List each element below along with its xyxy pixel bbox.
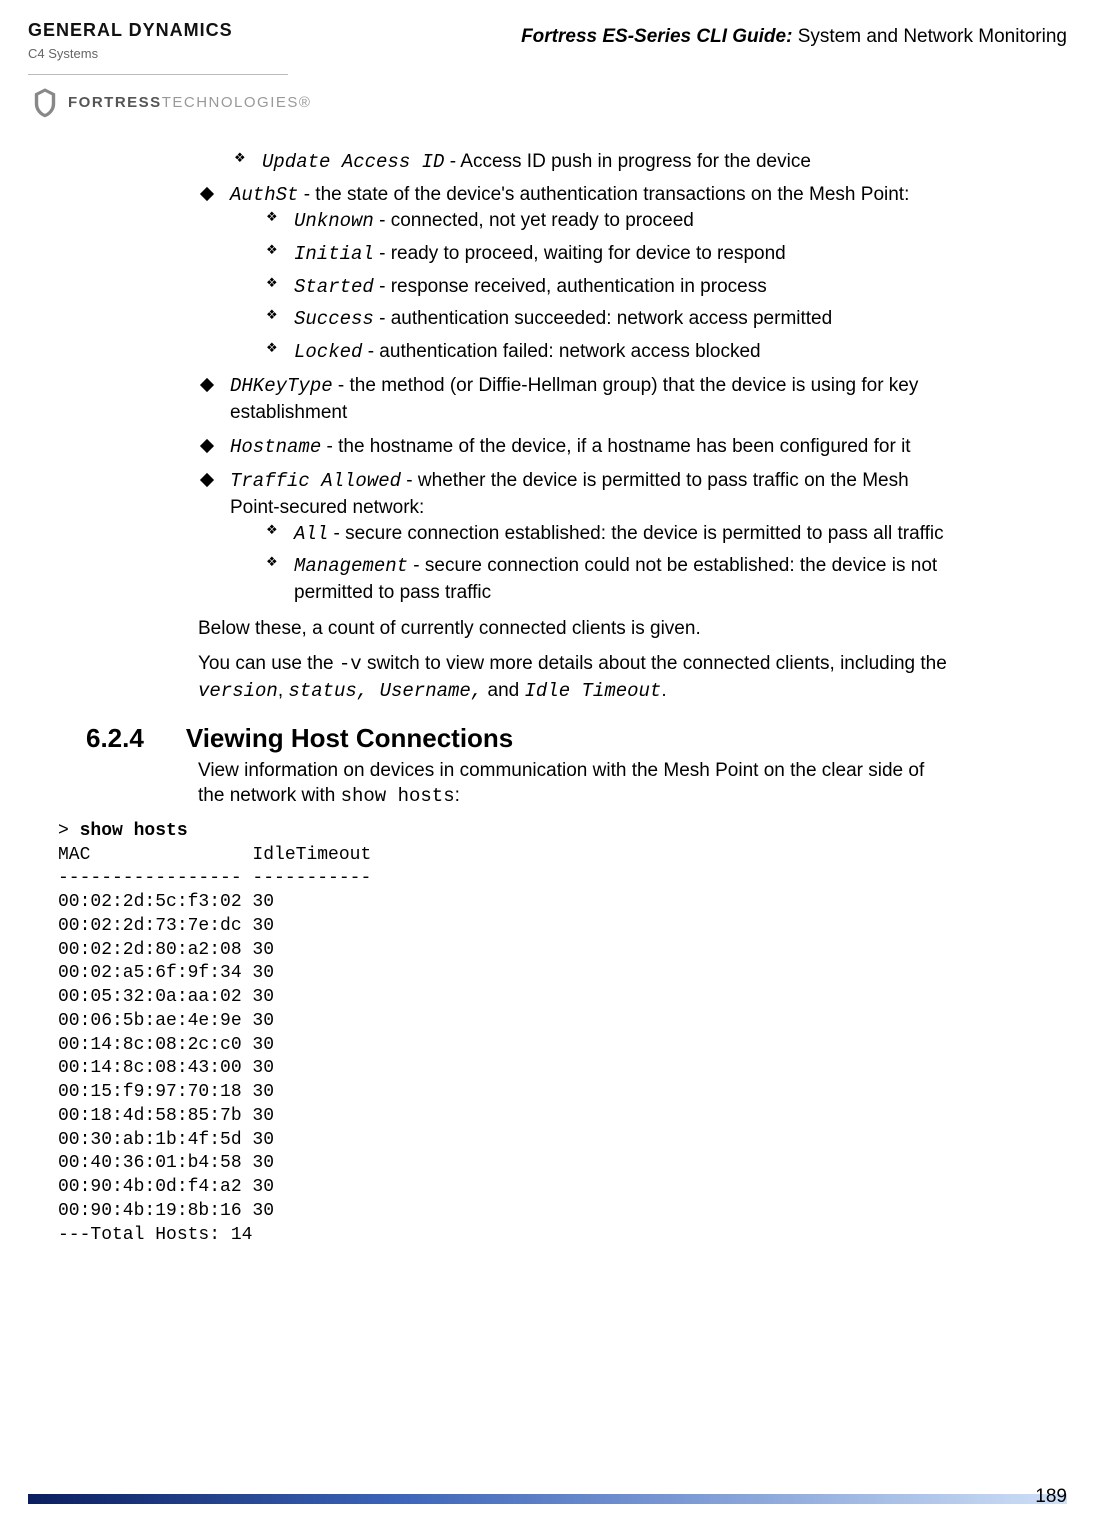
terminal-total: ---Total Hosts: 14 [58, 1225, 252, 1245]
logo-block: GENERAL DYNAMICS C4 Systems FORTRESSTECH… [28, 20, 311, 119]
table-row: 00:14:8c:08:2c:c0 30 [58, 1035, 274, 1055]
table-row: 00:02:2d:73:7e:dc 30 [58, 916, 274, 936]
content-body: Update Access ID - Access ID push in pro… [198, 149, 947, 1247]
fortress-logo-text: FORTRESSTECHNOLOGIES® [68, 91, 311, 113]
list-item: Traffic Allowed - whether the device is … [198, 468, 947, 605]
terminal-command: show hosts [80, 821, 188, 841]
para-verbose-switch: You can use the -v switch to view more d… [198, 651, 947, 704]
page-footer: 189 [28, 1494, 1067, 1504]
list-item: Management - secure connection could not… [260, 553, 947, 605]
field-list: AuthSt - the state of the device's authe… [198, 182, 947, 606]
gd-logo-text: GENERAL DYNAMICS [28, 20, 233, 40]
section-title: Viewing Host Connections [186, 723, 513, 754]
list-item: AuthSt - the state of the device's authe… [198, 182, 947, 366]
section-heading: 6.2.4 Viewing Host Connections [86, 723, 947, 754]
table-row: 00:15:f9:97:70:18 30 [58, 1082, 274, 1102]
list-item: Hostname - the hostname of the device, i… [198, 434, 947, 461]
list-item: Update Access ID - Access ID push in pro… [228, 149, 947, 176]
gd-logo-sub: C4 Systems [28, 46, 98, 61]
terminal-sep: ----------------- ----------- [58, 868, 371, 888]
list-item: Locked - authentication failed: network … [260, 339, 947, 366]
document-title: Fortress ES-Series CLI Guide: System and… [521, 20, 1067, 48]
list-continued: Update Access ID - Access ID push in pro… [198, 149, 947, 176]
page-number: 189 [1035, 1486, 1067, 1508]
footer-bar [28, 1494, 1067, 1504]
list-item: All - secure connection established: the… [260, 521, 947, 548]
table-row: 00:14:8c:08:43:00 30 [58, 1058, 274, 1078]
list-item: Success - authentication succeeded: netw… [260, 306, 947, 333]
terminal-output: > show hosts MAC IdleTimeout -----------… [58, 820, 947, 1248]
fortress-logo: FORTRESSTECHNOLOGIES® [28, 85, 311, 119]
list-item: Unknown - connected, not yet ready to pr… [260, 208, 947, 235]
authst-values: Unknown - connected, not yet ready to pr… [230, 208, 947, 365]
table-row: 00:02:2d:5c:f3:02 30 [58, 892, 274, 912]
page-header: GENERAL DYNAMICS C4 Systems FORTRESSTECH… [28, 20, 1067, 119]
table-row: 00:02:2d:80:a2:08 30 [58, 940, 274, 960]
section-number: 6.2.4 [86, 723, 144, 754]
logo-divider [28, 74, 288, 75]
table-row: 00:30:ab:1b:4f:5d 30 [58, 1130, 274, 1150]
terminal-prompt: > [58, 821, 80, 841]
table-row: 00:90:4b:0d:f4:a2 30 [58, 1177, 274, 1197]
table-row: 00:06:5b:ae:4e:9e 30 [58, 1011, 274, 1031]
list-item: Initial - ready to proceed, waiting for … [260, 241, 947, 268]
list-item: Started - response received, authenticat… [260, 274, 947, 301]
table-row: 00:18:4d:58:85:7b 30 [58, 1106, 274, 1126]
table-row: 00:02:a5:6f:9f:34 30 [58, 963, 274, 983]
gd-logo: GENERAL DYNAMICS C4 Systems [28, 20, 311, 64]
section-intro: View information on devices in communica… [198, 758, 947, 810]
table-row: 00:90:4b:19:8b:16 30 [58, 1201, 274, 1221]
table-row: 00:40:36:01:b4:58 30 [58, 1153, 274, 1173]
para-below: Below these, a count of currently connec… [198, 616, 947, 642]
table-row: 00:05:32:0a:aa:02 30 [58, 987, 274, 1007]
terminal-header: MAC IdleTimeout [58, 845, 371, 865]
list-item: DHKeyType - the method (or Diffie-Hellma… [198, 373, 947, 425]
traffic-values: All - secure connection established: the… [230, 521, 947, 606]
fortress-icon [28, 85, 62, 119]
